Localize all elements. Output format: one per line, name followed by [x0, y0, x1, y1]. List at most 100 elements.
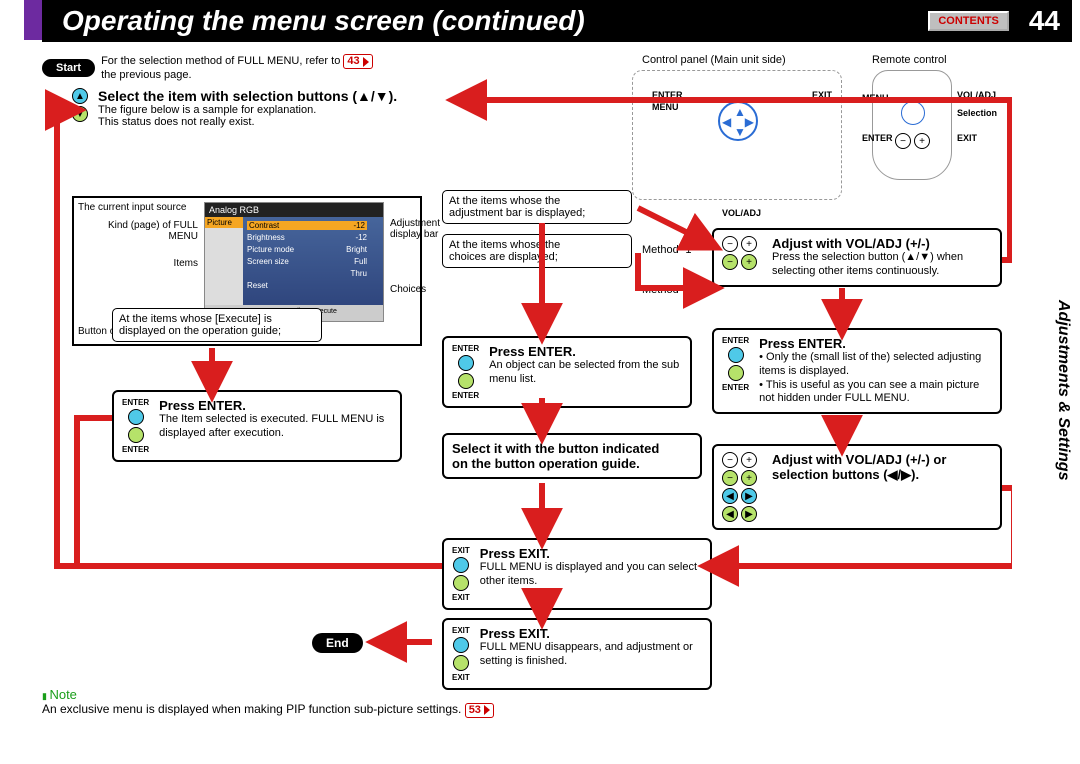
press-exit2-title: Press EXIT.	[480, 626, 702, 641]
plus-icon: +	[914, 133, 930, 149]
press-exit2-line: FULL MENU disappears, and adjustment or …	[480, 641, 702, 669]
fig-items: Items	[78, 258, 198, 269]
exit-label: EXIT	[452, 673, 470, 682]
press-enter-small-l1: Only the (small list of the) selected ad…	[759, 351, 981, 377]
enter-label: ENTER	[452, 344, 479, 353]
fig-choices: Choices	[390, 284, 426, 295]
remote-diagram: −+	[872, 70, 952, 180]
up-down-lime-icon: ▼	[72, 106, 88, 122]
note-text: An exclusive menu is displayed when maki…	[42, 702, 461, 716]
enter-cyan-icon	[458, 355, 474, 371]
exit-cyan-icon	[453, 637, 469, 653]
press-enter-exec-title: Press ENTER.	[159, 398, 392, 413]
voladj-sel-l2: selection buttons (◀/▶).	[772, 467, 946, 483]
enter-label: ENTER	[722, 383, 749, 392]
row-brightness: Brightness-12	[247, 233, 367, 242]
step-select-l2: This status does not really exist.	[98, 116, 397, 128]
cp-exit-label: EXIT	[812, 90, 832, 100]
enter-cyan-icon	[728, 347, 744, 363]
control-panel-label: Control panel (Main unit side)	[642, 54, 786, 66]
ref-53-link[interactable]: 53	[465, 703, 494, 718]
left-icon: ◀	[722, 488, 738, 504]
right-icon: ▶	[741, 506, 757, 522]
rc-enter-label: ENTER	[862, 133, 893, 143]
voladj-sel-l1: Adjust with VOL/ADJ (+/-) or	[772, 452, 946, 467]
cond-choice-l1: At the items whose the	[449, 239, 625, 251]
enter-lime-icon	[128, 427, 144, 443]
enter-cyan-icon	[128, 409, 144, 425]
press-exit2-box: EXIT EXIT Press EXIT. FULL MENU disappea…	[442, 618, 712, 690]
cond-exec-box: At the items whose [Execute] is displaye…	[112, 308, 322, 342]
method-2-label: Method -2	[642, 284, 692, 296]
screen-title: Analog RGB	[209, 205, 259, 215]
rc-voladj-label: VOL/ADJ	[957, 90, 996, 100]
note-section: Note An exclusive menu is displayed when…	[42, 683, 494, 718]
page-header: Operating the menu screen (continued) CO…	[42, 0, 1072, 42]
row-contrast: Contrast-12	[247, 221, 367, 230]
end-pill: End	[312, 633, 363, 653]
start-row: Start For the selection method of FULL M…	[42, 54, 373, 82]
minus-icon: −	[722, 452, 738, 468]
step-select: ▲ ▼ Select the item with selection butto…	[72, 88, 397, 128]
press-enter-small-l2: This is useful as you can see a main pic…	[759, 379, 979, 405]
press-enter-small-box: ENTER ENTER Press ENTER. • Only the (sma…	[712, 328, 1002, 414]
note-label: Note	[42, 687, 494, 702]
remote-label: Remote control	[872, 54, 947, 66]
enter-lime-icon	[458, 373, 474, 389]
select-guide-l1: Select it with the button indicated	[452, 441, 692, 456]
minus-icon: −	[895, 133, 911, 149]
minus-icon: −	[722, 254, 738, 270]
plus-icon: +	[741, 236, 757, 252]
up-down-cyan-icon: ▲	[72, 88, 88, 104]
cond-adj-l1: At the items whose the	[449, 195, 625, 207]
fig-current-src: The current input source	[78, 202, 186, 213]
page-title: Operating the menu screen (continued)	[42, 5, 928, 37]
cp-menu-label: MENU	[652, 102, 679, 112]
voladj-top-line: Press the selection button (▲/▼) when se…	[772, 251, 992, 279]
content-area: Start For the selection method of FULL M…	[42, 48, 1012, 728]
row-reset: Reset	[247, 281, 367, 290]
select-guide-l2: on the button operation guide.	[452, 456, 692, 471]
rc-menu-label: MENU	[862, 93, 889, 103]
cp-enter-label: ENTER	[652, 90, 683, 100]
exit-label: EXIT	[452, 593, 470, 602]
press-exit1-box: EXIT EXIT Press EXIT. FULL MENU is displ…	[442, 538, 712, 610]
row-scrsize: Screen sizeFull	[247, 257, 367, 266]
side-section-tab: Adjustments & Settings	[1054, 300, 1072, 480]
cond-adj-box: At the items whose the adjustment bar is…	[442, 190, 632, 224]
plus-icon: +	[741, 470, 757, 486]
fig-adjbar: Adjustment display bar	[390, 218, 440, 240]
exit-cyan-icon	[453, 557, 469, 573]
page-number: 44	[1029, 5, 1060, 37]
exit-lime-icon	[453, 575, 469, 591]
exit-lime-icon	[453, 655, 469, 671]
remote-dpad-icon	[901, 101, 925, 125]
enter-label: ENTER	[452, 391, 479, 400]
enter-label: ENTER	[122, 445, 149, 454]
plus-icon: +	[741, 452, 757, 468]
press-enter-small-title: Press ENTER.	[759, 336, 992, 351]
cond-adj-l2: adjustment bar is displayed;	[449, 207, 625, 219]
cond-exec-l1: At the items whose [Execute] is	[119, 313, 315, 325]
sidebar-picture: Picture	[205, 217, 243, 228]
press-enter-exec-line: The Item selected is executed. FULL MENU…	[159, 413, 392, 441]
enter-label: ENTER	[722, 336, 749, 345]
start-text1: For the selection method of FULL MENU, r…	[101, 55, 340, 67]
ref-43-link[interactable]: 43	[343, 54, 372, 69]
enter-lime-icon	[728, 365, 744, 381]
cond-choice-l2: choices are displayed;	[449, 251, 625, 263]
minus-icon: −	[722, 236, 738, 252]
voladj-top-title: Adjust with VOL/ADJ (+/-)	[772, 236, 992, 251]
section-color-tab	[24, 0, 42, 40]
contents-button[interactable]: CONTENTS	[928, 11, 1009, 31]
left-icon: ◀	[722, 506, 738, 522]
cp-voladj-label: VOL/ADJ	[722, 208, 761, 218]
minus-icon: −	[722, 470, 738, 486]
press-enter-sub-title: Press ENTER.	[489, 344, 682, 359]
enter-label: ENTER	[122, 398, 149, 407]
menu-screen-mock: Analog RGB Picture Contrast-12 Brightnes…	[204, 202, 384, 322]
press-exit1-title: Press EXIT.	[480, 546, 702, 561]
exit-label: EXIT	[452, 546, 470, 555]
start-pill: Start	[42, 59, 95, 77]
cond-choice-box: At the items whose the choices are displ…	[442, 234, 632, 268]
